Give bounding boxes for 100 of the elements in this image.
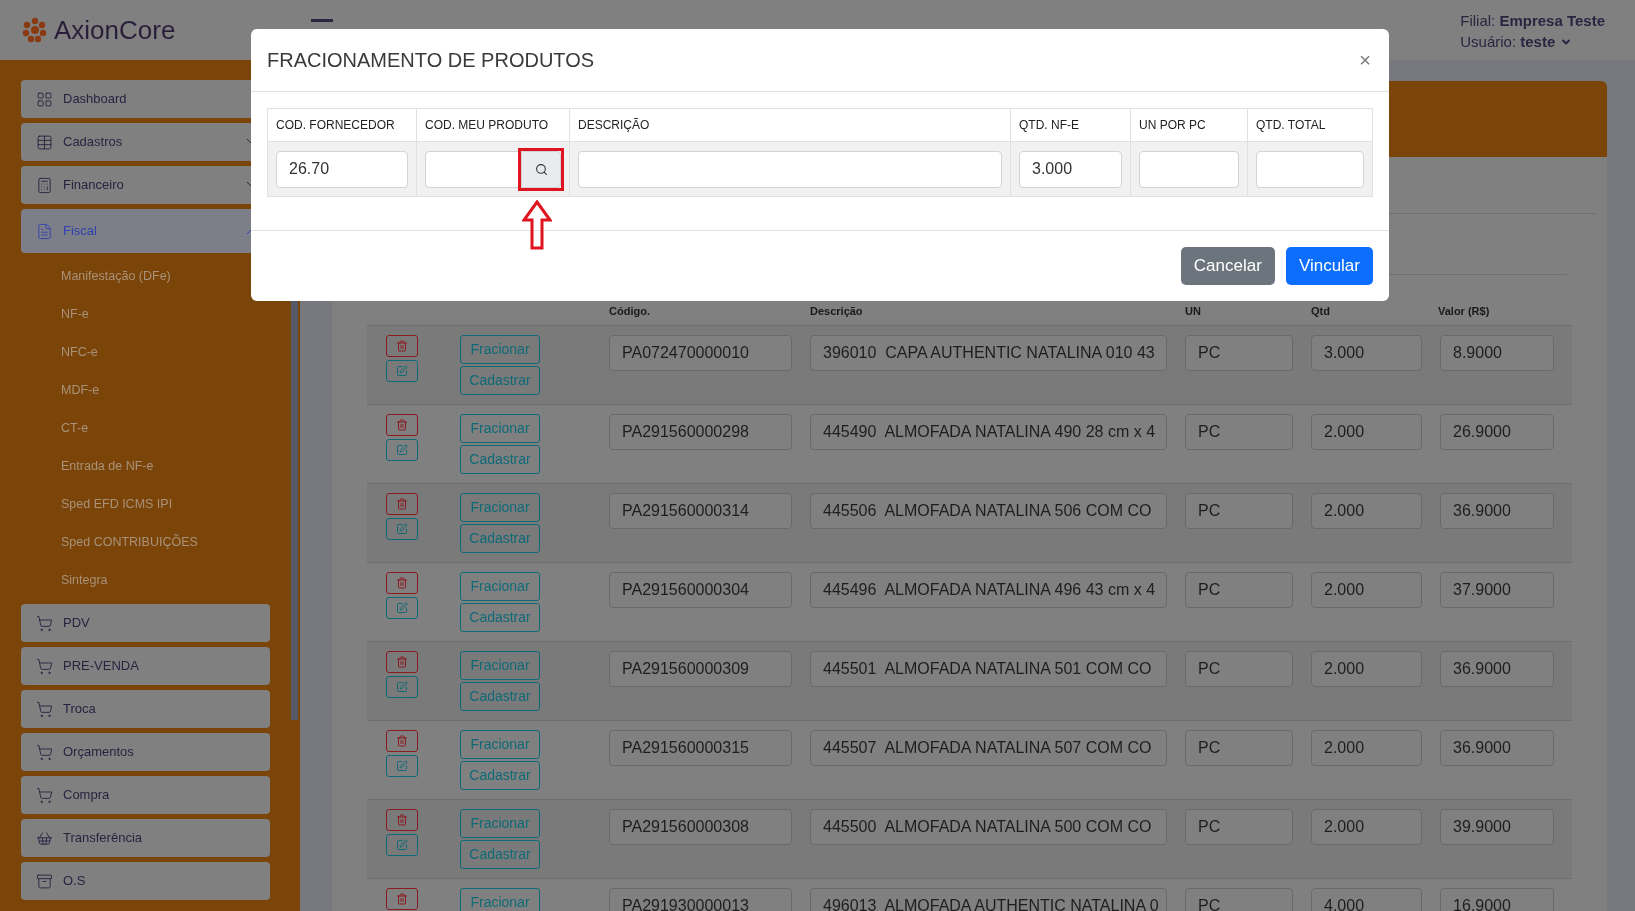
edit-button[interactable] xyxy=(386,597,418,619)
input-field[interactable] xyxy=(1256,150,1364,188)
quantity-field[interactable]: 2.000 xyxy=(1311,809,1422,845)
unit-field[interactable]: PC xyxy=(1185,809,1293,845)
submenu-item[interactable]: MDF-e xyxy=(61,380,100,400)
quantity-field[interactable]: 2.000 xyxy=(1311,493,1422,529)
delete-button[interactable] xyxy=(386,888,418,910)
column-header: UN POR PC xyxy=(1139,117,1206,134)
value-field[interactable]: 39.9000 xyxy=(1440,809,1554,845)
edit-button[interactable] xyxy=(386,755,418,777)
edit-icon xyxy=(396,444,408,456)
code-field[interactable]: PA291930000013 xyxy=(609,888,792,911)
cart-icon xyxy=(36,786,53,804)
input-field[interactable]: 3.000 xyxy=(1019,150,1122,188)
sidebar-item[interactable]: Transferência xyxy=(21,819,270,857)
value-field[interactable]: 16.9000 xyxy=(1440,888,1554,911)
sidebar-item[interactable]: Orçamentos xyxy=(21,733,270,771)
value-field[interactable]: 36.9000 xyxy=(1440,730,1554,766)
sidebar-item[interactable]: PDV xyxy=(21,604,270,642)
unit-field[interactable]: PC xyxy=(1185,414,1293,450)
sidebar-item[interactable]: O.S xyxy=(21,862,270,900)
cart-icon xyxy=(36,743,53,761)
user-menu[interactable]: Usuário: teste xyxy=(1460,31,1605,52)
quantity-field[interactable]: 3.000 xyxy=(1311,335,1422,371)
quantity-field[interactable]: 4.000 xyxy=(1311,888,1422,911)
edit-button[interactable] xyxy=(386,834,418,856)
input-field[interactable]: 26.70 xyxy=(276,150,408,188)
delete-button[interactable] xyxy=(386,414,418,436)
column-header: DESCRIÇÃO xyxy=(578,117,650,134)
sidebar-item[interactable]: Troca xyxy=(21,690,270,728)
description-field[interactable]: 445500 ALMOFADA NATALINA 500 COM CO xyxy=(810,809,1167,845)
document-icon xyxy=(36,222,53,240)
column-header: Valor (R$) xyxy=(1438,304,1490,319)
submenu-item[interactable]: Sped CONTRIBUIÇÕES xyxy=(61,532,198,552)
submenu-item[interactable]: Sped EFD ICMS IPI xyxy=(61,494,173,514)
column-header: COD. FORNECEDOR xyxy=(276,117,395,134)
edit-button[interactable] xyxy=(386,360,418,382)
value-field[interactable]: 36.9000 xyxy=(1440,651,1554,687)
code-field[interactable]: PA291560000315 xyxy=(609,730,792,766)
delete-button[interactable] xyxy=(386,493,418,515)
search-button[interactable] xyxy=(521,150,561,188)
edit-button[interactable] xyxy=(386,439,418,461)
submenu-item[interactable]: Entrada de NF-e xyxy=(61,456,154,476)
search-icon xyxy=(534,162,548,176)
edit-icon xyxy=(396,760,408,772)
code-field[interactable]: PA291560000308 xyxy=(609,809,792,845)
highlight-frame xyxy=(518,147,564,191)
description-field[interactable]: 445496 ALMOFADA NATALINA 496 43 cm x 4 xyxy=(810,572,1167,608)
delete-button[interactable] xyxy=(386,335,418,357)
description-field[interactable]: 445501 ALMOFADA NATALINA 501 COM CO xyxy=(810,651,1167,687)
menu-icon[interactable] xyxy=(311,19,334,22)
delete-button[interactable] xyxy=(386,730,418,752)
sidebar-item[interactable]: Compra xyxy=(21,776,270,814)
edit-button[interactable] xyxy=(386,518,418,540)
edit-button[interactable] xyxy=(386,676,418,698)
description-field[interactable]: 396010 CAPA AUTHENTIC NATALINA 010 43 xyxy=(810,335,1167,371)
description-field[interactable]: 445507 ALMOFADA NATALINA 507 COM CO xyxy=(810,730,1167,766)
value-field[interactable]: 8.9000 xyxy=(1440,335,1554,371)
submenu-item[interactable]: Manifestação (DFe) xyxy=(61,266,171,286)
value-field[interactable]: 36.9000 xyxy=(1440,493,1554,529)
code-field[interactable]: PA291560000298 xyxy=(609,414,792,450)
unit-field[interactable]: PC xyxy=(1185,730,1293,766)
unit-field[interactable]: PC xyxy=(1185,335,1293,371)
branch-label: Filial: Empresa Teste xyxy=(1460,11,1605,31)
primary-button[interactable]: Vincular xyxy=(1285,247,1373,285)
value-field[interactable]: 37.9000 xyxy=(1440,572,1554,608)
input-field[interactable] xyxy=(1139,150,1239,188)
delete-button[interactable] xyxy=(386,572,418,594)
unit-field[interactable]: PC xyxy=(1185,888,1293,911)
quantity-field[interactable]: 2.000 xyxy=(1311,651,1422,687)
quantity-field[interactable]: 2.000 xyxy=(1311,730,1422,766)
quantity-field[interactable]: 2.000 xyxy=(1311,414,1422,450)
quantity-field[interactable]: 2.000 xyxy=(1311,572,1422,608)
submenu-item[interactable]: Sintegra xyxy=(61,570,108,590)
code-field[interactable]: PA291560000314 xyxy=(609,493,792,529)
description-field[interactable]: 496013 ALMOFADA AUTHENTIC NATALINA 0 xyxy=(810,888,1167,911)
delete-button[interactable] xyxy=(386,809,418,831)
unit-field[interactable]: PC xyxy=(1185,493,1293,529)
description-field[interactable]: 445490 ALMOFADA NATALINA 490 28 cm x 4 xyxy=(810,414,1167,450)
input-field[interactable] xyxy=(425,150,521,188)
unit-field[interactable]: PC xyxy=(1185,572,1293,608)
unit-field[interactable]: PC xyxy=(1185,651,1293,687)
input-field[interactable] xyxy=(578,150,1002,188)
submenu-item[interactable]: NFC-e xyxy=(61,342,98,362)
code-field[interactable]: PA072470000010 xyxy=(609,335,792,371)
grid-icon xyxy=(36,90,53,108)
code-field[interactable]: PA291560000304 xyxy=(609,572,792,608)
sidebar-item[interactable]: PRE-VENDA xyxy=(21,647,270,685)
trash-icon xyxy=(396,577,408,589)
value-field[interactable]: 26.9000 xyxy=(1440,414,1554,450)
close-button[interactable]: × xyxy=(1359,50,1371,70)
code-field[interactable]: PA291560000309 xyxy=(609,651,792,687)
cancel-button[interactable]: Cancelar xyxy=(1180,247,1275,285)
submenu-item[interactable]: NF-e xyxy=(61,304,89,324)
delete-button[interactable] xyxy=(386,651,418,673)
description-field[interactable]: 445506 ALMOFADA NATALINA 506 COM CO xyxy=(810,493,1167,529)
trash-icon xyxy=(396,419,408,431)
submenu-item[interactable]: CT-e xyxy=(61,418,89,438)
trash-icon xyxy=(396,735,408,747)
column-header: QTD. TOTAL xyxy=(1256,117,1326,134)
